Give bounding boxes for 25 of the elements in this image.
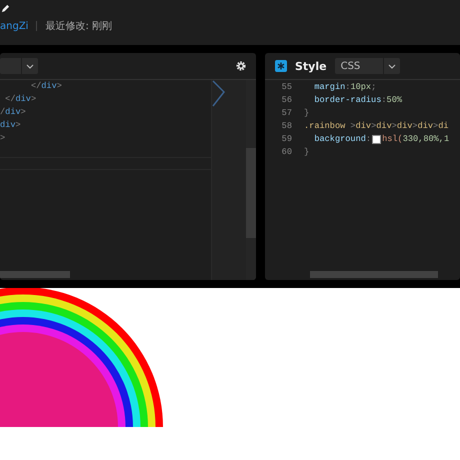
color-swatch [372, 135, 382, 144]
settings-icon[interactable] [236, 61, 246, 71]
pencil-icon[interactable] [1, 4, 10, 13]
panel-title: Style [295, 60, 327, 72]
code-line: div> [0, 119, 22, 132]
code-line: 57 } [280, 107, 310, 120]
language-dropdown[interactable]: CSS [334, 58, 400, 74]
scrollbar-thumb[interactable] [0, 271, 70, 278]
code-line: 55 margin:10px; [280, 81, 378, 94]
code-line: </div> [30, 80, 63, 93]
asterisk-icon [275, 60, 287, 72]
code-line: 59 background: hsl(330,80%,1 [280, 133, 450, 146]
code-line: 60 } [280, 146, 310, 159]
caret-icon [26, 64, 34, 68]
scrollbar-thumb[interactable] [310, 271, 438, 278]
author-name[interactable]: angZi [0, 20, 28, 32]
code-line: 56 border-radius:50% [280, 94, 404, 107]
code-line: > [0, 132, 6, 145]
code-line: 58 .rainbow >div>div>div>div>di [280, 120, 450, 133]
code-line: </div> [4, 93, 38, 106]
scrollbar-thumb[interactable] [246, 148, 256, 238]
language-dropdown[interactable] [0, 58, 38, 74]
last-modified-text: 最近修改: 刚刚 [45, 20, 112, 33]
code-line: /div> [0, 106, 27, 119]
caret-icon [388, 64, 396, 68]
